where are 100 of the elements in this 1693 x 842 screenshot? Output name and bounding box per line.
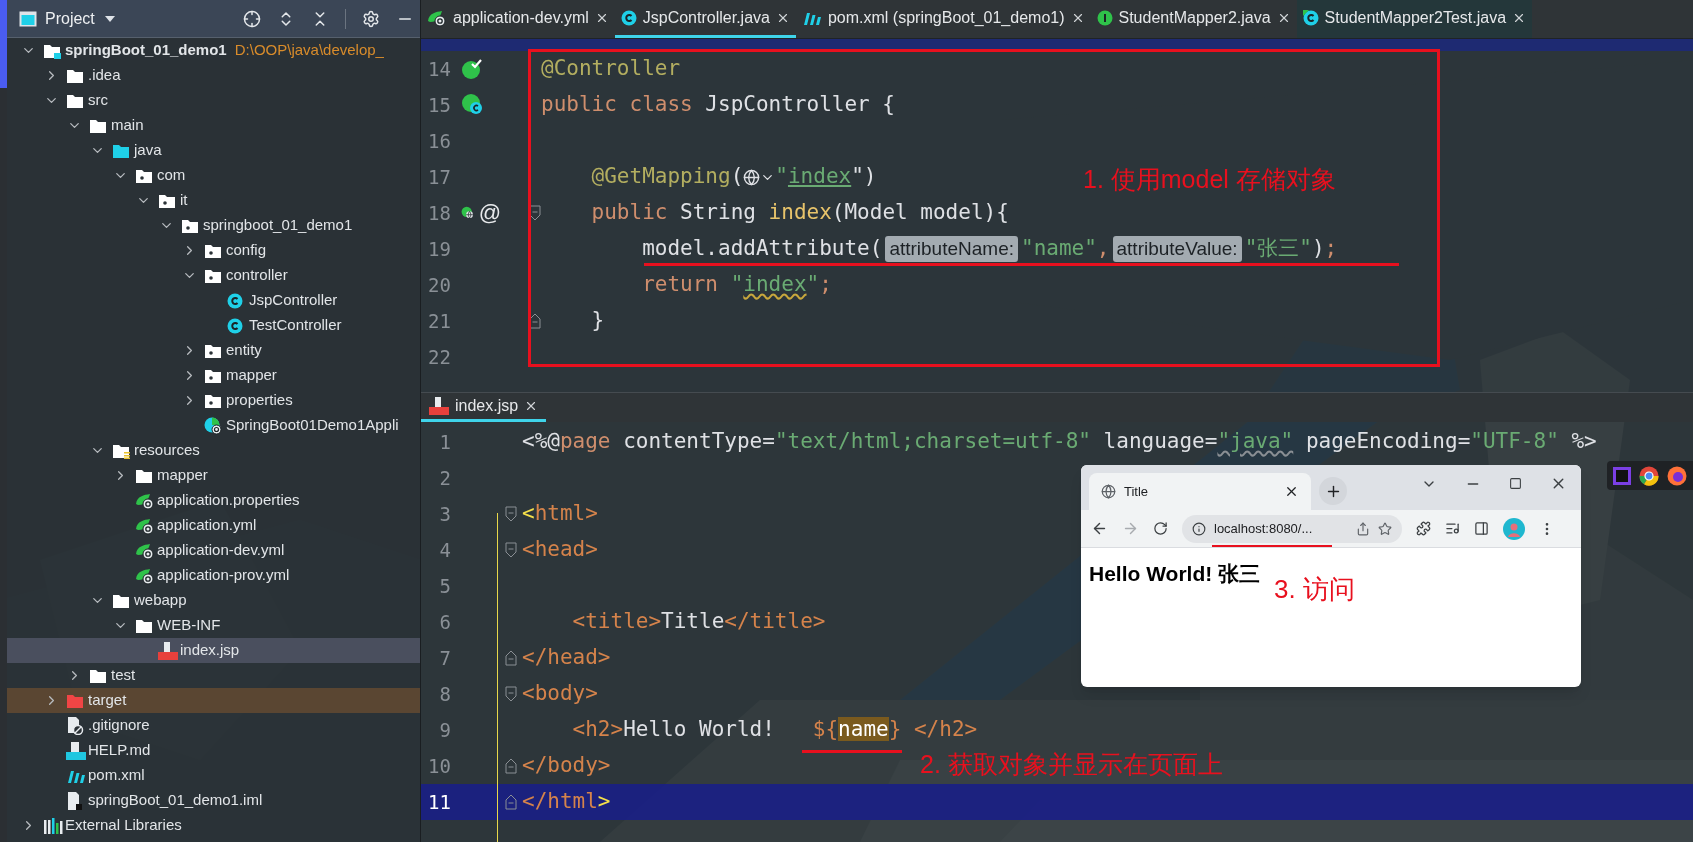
tree-item-label: controller — [226, 265, 288, 286]
line-number: 17 — [427, 164, 451, 190]
folder-icon — [135, 617, 153, 634]
settings-icon[interactable] — [362, 9, 380, 28]
package-folder-icon — [204, 342, 222, 359]
dropdown-caret-icon[interactable] — [104, 15, 115, 22]
tree-item[interactable]: index.jsp — [7, 638, 420, 663]
gutter-marker[interactable]: @ — [478, 202, 501, 224]
tree-item[interactable]: controller — [7, 263, 420, 288]
fold-marker-icon[interactable] — [505, 506, 517, 522]
tree-item[interactable]: TestController — [7, 313, 420, 338]
fold-marker-icon[interactable] — [505, 542, 517, 558]
tree-item[interactable]: target — [7, 688, 420, 713]
tree-item-label: springBoot_01_demo1.iml — [88, 790, 263, 811]
package-folder-icon — [204, 267, 222, 284]
tree-item[interactable]: JspController — [7, 288, 420, 313]
tree-item[interactable]: WEB-INF — [7, 613, 420, 638]
tree-item[interactable]: config — [7, 238, 420, 263]
tree-item[interactable]: application-prov.yml — [7, 563, 420, 588]
code-line: <head> — [522, 536, 598, 564]
tree-item[interactable]: pom.xml — [7, 763, 420, 788]
side-panel-icon[interactable] — [1474, 521, 1489, 536]
tree-item-label: .idea — [88, 65, 121, 86]
locate-icon[interactable] — [243, 9, 261, 28]
avatar-icon[interactable] — [1503, 517, 1525, 540]
line-number: 6 — [438, 609, 451, 635]
info-icon — [1192, 521, 1206, 536]
tree-item-label: application-prov.yml — [157, 565, 290, 586]
fold-marker-icon[interactable] — [505, 758, 517, 774]
tree-item[interactable]: .gitignore — [7, 713, 420, 738]
jsp-file-icon — [158, 641, 178, 660]
tree-item-label: WEB-INF — [157, 615, 221, 636]
panel-title[interactable]: Project — [45, 6, 95, 31]
tree-item[interactable]: springBoot_01_demo1.iml — [7, 788, 420, 813]
line-number: 22 — [427, 344, 451, 370]
editor-tab[interactable]: StudentMapper2.java — [1090, 0, 1297, 38]
annotation-text: 3. 访问 — [1274, 573, 1356, 606]
jsp-file-icon — [429, 397, 449, 415]
tree-item-label: target — [88, 690, 127, 711]
fold-marker-icon[interactable] — [529, 313, 541, 329]
tree-item[interactable]: it — [7, 188, 420, 213]
library-icon — [43, 817, 63, 834]
tree-item[interactable]: springboot_01_demo1 — [7, 213, 420, 238]
fold-marker-icon[interactable] — [505, 794, 517, 810]
fold-marker-icon[interactable] — [505, 686, 517, 702]
tree-item[interactable]: HELP.md — [7, 738, 420, 763]
fold-marker-icon[interactable] — [505, 650, 517, 666]
editor-tab[interactable]: StudentMapper2Test.java — [1296, 0, 1533, 38]
puzzle-icon[interactable] — [1416, 521, 1431, 536]
code-text: "张三"); — [1244, 235, 1338, 263]
tree-item[interactable]: src — [7, 88, 420, 113]
tree-item[interactable]: springBoot_01_demo1 D:\OOP\java\develop_ — [7, 38, 420, 63]
editor-tab[interactable]: application-dev.yml — [421, 0, 615, 38]
star-icon[interactable] — [1378, 521, 1392, 536]
line-number: 5 — [438, 573, 451, 599]
package-folder-icon — [204, 392, 222, 409]
folder-icon — [135, 467, 153, 484]
tree-item-label: External Libraries — [65, 815, 182, 836]
close-icon[interactable] — [1284, 484, 1299, 499]
resources-folder-icon — [112, 442, 130, 459]
tree-item[interactable]: webapp — [7, 588, 420, 613]
line-number: 18 — [427, 200, 451, 226]
tree-item[interactable]: mapper — [7, 463, 420, 488]
tree-item[interactable]: test — [7, 663, 420, 688]
media-icon[interactable] — [1445, 521, 1460, 536]
tree-item[interactable]: SpringBoot01Demo1Appli — [7, 413, 420, 438]
tree-item-label: it — [180, 190, 188, 211]
back-icon[interactable] — [1091, 520, 1108, 537]
tree-item-label: TestController — [249, 315, 342, 336]
tree-item[interactable]: entity — [7, 338, 420, 363]
bean-class-icon[interactable] — [461, 93, 485, 117]
fold-marker-icon[interactable] — [529, 205, 541, 221]
editor-tab[interactable]: pom.xml (springBoot_01_demo1) — [795, 0, 1091, 38]
new-tab-button[interactable] — [1319, 477, 1347, 505]
code-line: public class JspController { — [541, 91, 895, 119]
line-number: 1 — [438, 429, 451, 455]
tree-item[interactable]: main — [7, 113, 420, 138]
tree-item[interactable]: application.yml — [7, 513, 420, 538]
share-icon[interactable] — [1356, 521, 1370, 536]
tree-item-label: com — [157, 165, 186, 186]
line-number: 21 — [427, 308, 451, 334]
reload-icon[interactable] — [1153, 521, 1168, 536]
tree-item[interactable]: properties — [7, 388, 420, 413]
bean-check-icon[interactable] — [461, 58, 483, 80]
tree-item[interactable]: application.properties — [7, 488, 420, 513]
class-icon — [620, 9, 637, 26]
maximize-icon[interactable] — [1509, 477, 1522, 490]
app-icon[interactable] — [1667, 465, 1687, 486]
spring-class-icon — [204, 416, 222, 435]
tree-item[interactable]: .idea — [7, 63, 420, 88]
tree-item[interactable]: java — [7, 138, 420, 163]
tree-item[interactable]: resources — [7, 438, 420, 463]
tree-item[interactable]: mapper — [7, 363, 420, 388]
app-icon[interactable] — [1639, 465, 1659, 486]
tree-item[interactable]: com — [7, 163, 420, 188]
tree-item[interactable]: application-dev.yml — [7, 538, 420, 563]
tree-item[interactable]: External Libraries — [7, 813, 420, 838]
line-number: 4 — [438, 537, 451, 563]
browser-tab[interactable]: Title — [1089, 473, 1311, 510]
code-line: @Controller — [541, 55, 681, 83]
